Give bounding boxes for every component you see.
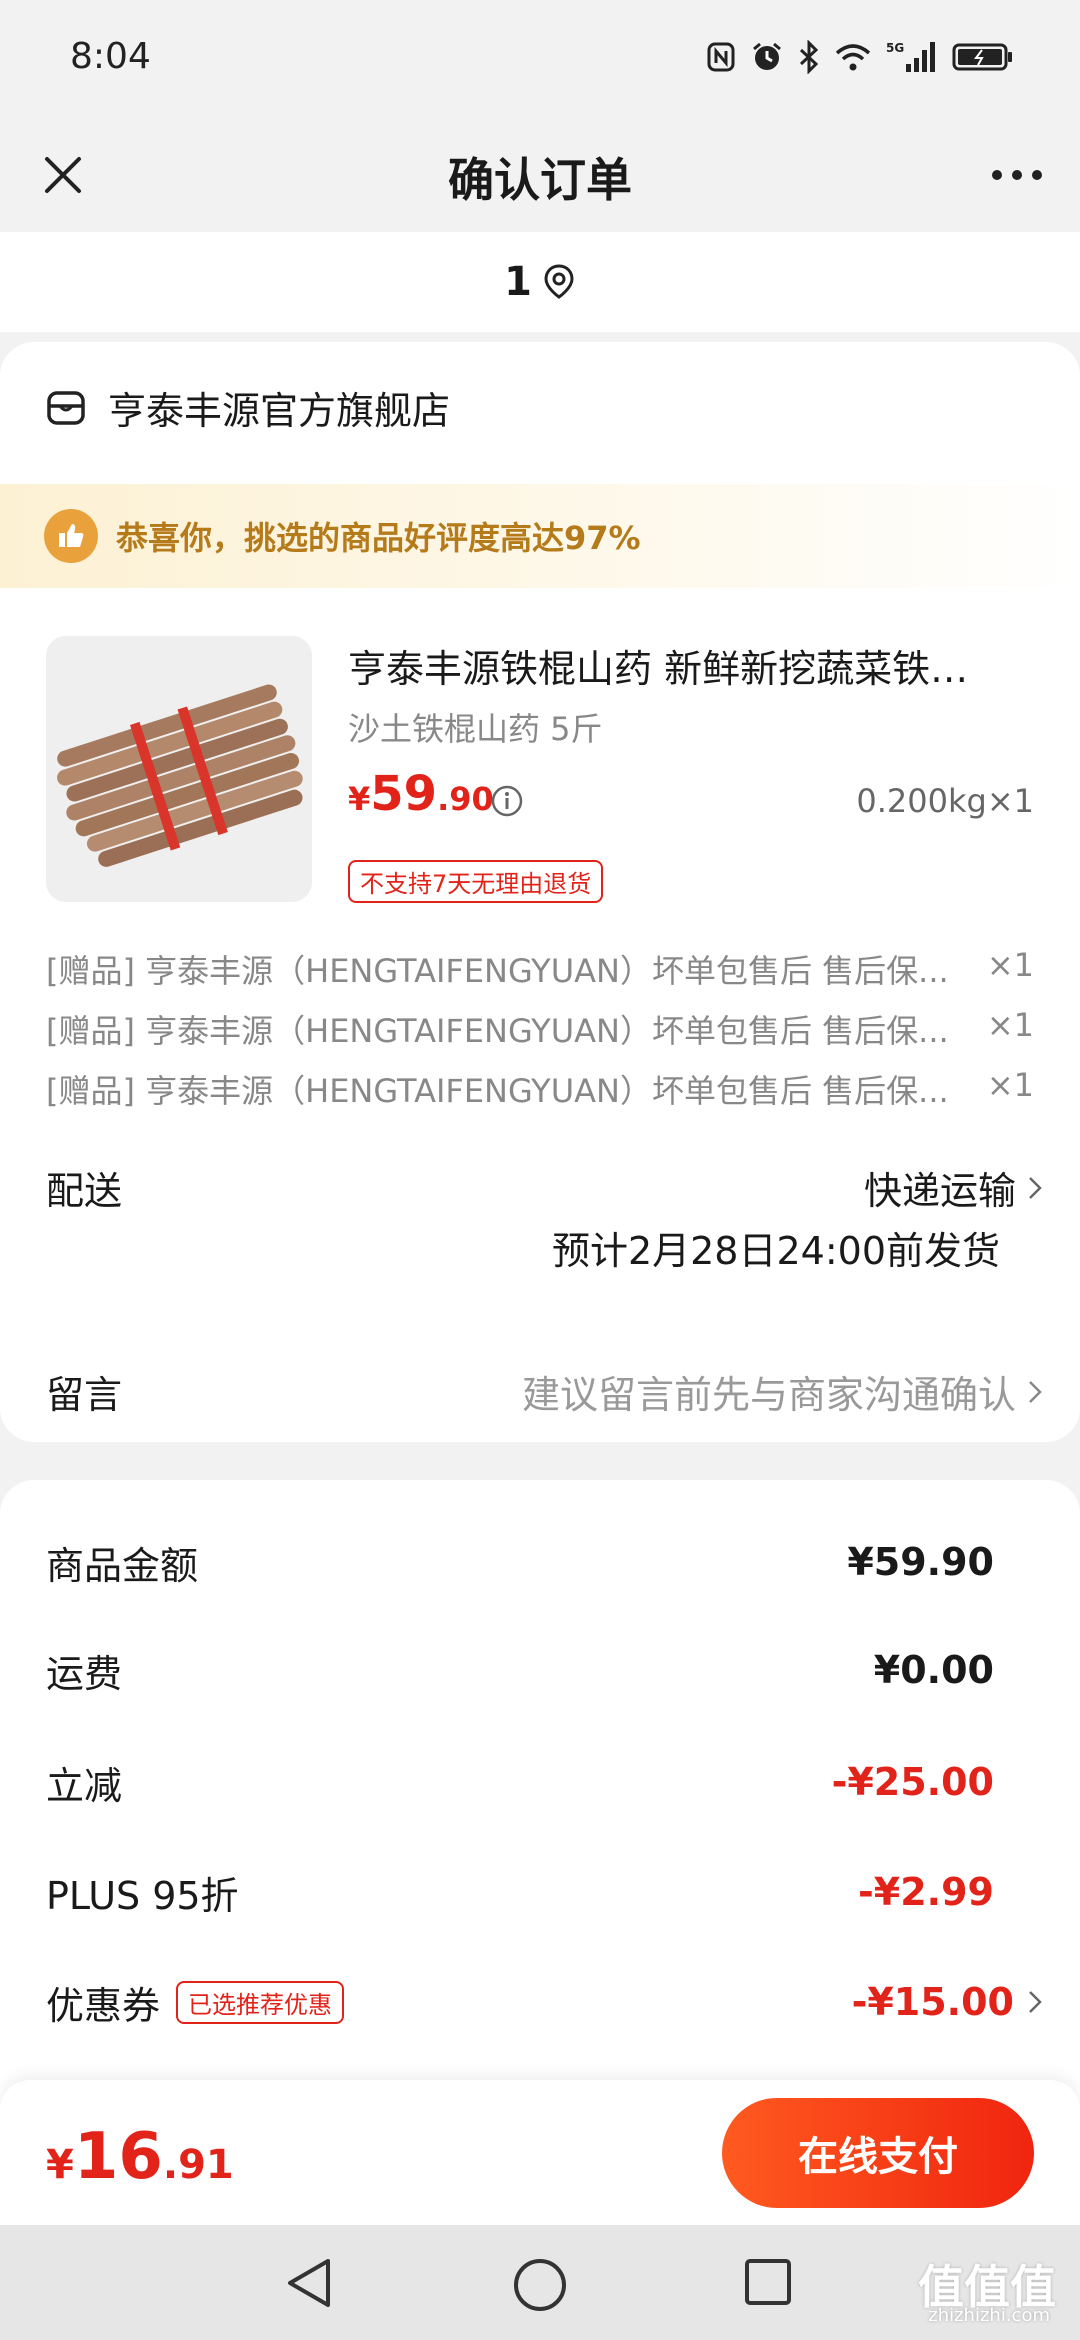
gift-qty: ×1 [986,946,1034,984]
product-image[interactable] [46,636,312,902]
chevron-right-icon [1029,1380,1042,1403]
total-integer: 16 [73,2120,163,2194]
gift-qty: ×1 [986,1066,1034,1104]
gift-text: [赠品] 亨泰丰源（HENGTAIFENGYUAN）坏单包售后 售后保... [46,1072,949,1110]
battery-icon [952,43,1012,71]
cost-value: -¥25.00 [831,1760,994,1804]
checkout-bar: ¥ 16 .91 在线支付 [0,2080,1080,2225]
svg-text:5G: 5G [886,41,904,55]
message-field[interactable]: 建议留言前先与商家沟通确认 [522,1364,1042,1419]
gift-qty: ×1 [986,1006,1034,1044]
cost-label: 商品金额 [46,1543,199,1588]
bluetooth-icon [799,40,819,74]
thumbs-up-icon [44,509,98,563]
delivery-method[interactable]: 快递运输 [864,1160,1042,1215]
nav-bar: 确认订单 [0,120,1080,230]
gift-item: [赠品] 亨泰丰源（HENGTAIFENGYUAN）坏单包售后 售后保... ×… [46,1006,1034,1052]
home-icon[interactable] [512,2257,568,2313]
page-title: 确认订单 [448,153,632,207]
alarm-icon [753,42,781,70]
price-integer: 59 [370,766,438,822]
pay-online-button[interactable]: 在线支付 [722,2098,1034,2208]
price-symbol: ¥ [348,780,371,818]
wifi-icon [835,44,871,71]
signal-icon: 5G [886,41,935,72]
nfc-icon [707,42,735,72]
gift-text: [赠品] 亨泰丰源（HENGTAIFENGYUAN）坏单包售后 售后保... [46,1012,949,1050]
more-button[interactable] [984,142,1050,208]
message-label: 留言 [46,1373,123,1417]
recent-apps-icon[interactable] [744,2257,792,2307]
coupon-value-group: -¥15.00 [852,1980,1042,2024]
product-price: ¥ 59 .90 [348,766,494,822]
total-symbol: ¥ [46,2142,74,2188]
chevron-right-icon [1029,1176,1042,1199]
order-card: 亨泰丰源官方旗舰店 恭喜你，挑选的商品好评度高达97% 亨泰丰源铁棍山药 新鲜新… [0,342,1080,1442]
delivery-method-text: 快递运输 [863,1169,1016,1213]
cost-label: 运费 [46,1651,123,1696]
shop-row[interactable]: 亨泰丰源官方旗舰店 [46,380,450,435]
back-icon[interactable] [284,2257,334,2309]
delivery-eta: 预计2月28日24:00前发货 [551,1229,1000,1273]
watermark-url: zhizhizhi.com [928,2305,1050,2326]
weight-quantity: 0.200kg×1 [856,782,1034,820]
promo-text: 恭喜你，挑选的商品好评度高达97% [116,519,641,557]
return-policy-tag: 不支持7天无理由退货 [348,860,604,903]
more-icon [992,170,1042,180]
system-nav-bar: 值值值 zhizhizhi.com [0,2225,1080,2340]
cost-value: ¥59.90 [847,1540,994,1584]
location-pin-icon [544,264,574,299]
cost-row-coupon[interactable]: 优惠券 已选推荐优惠 -¥15.00 [46,1972,1042,2032]
address-text: 1 [504,259,532,305]
store-icon [47,390,85,425]
gift-item: [赠品] 亨泰丰源（HENGTAIFENGYUAN）坏单包售后 售后保... ×… [46,1066,1034,1112]
cost-label: 优惠券 [46,1983,161,2028]
cost-value: -¥15.00 [851,1980,1014,2024]
cost-row-plus: PLUS 95折 -¥2.99 [46,1862,994,1922]
price-decimal: .90 [437,780,494,818]
coupon-label-group: 优惠券 已选推荐优惠 [46,1975,345,2030]
product-spec: 沙土铁棍山药 5斤 [348,710,603,748]
cost-label: PLUS 95折 [46,1873,239,1918]
total-price: ¥ 16 .91 [46,2120,234,2194]
status-time: 8:04 [70,36,151,77]
coupon-tag: 已选推荐优惠 [176,1980,345,2024]
status-bar: 8:04 5G [0,0,1080,120]
status-icons: 5G [706,40,1014,74]
cost-row-shipping: 运费 ¥0.00 [46,1640,994,1700]
delivery-label: 配送 [46,1169,123,1213]
cost-value: ¥0.00 [873,1648,994,1692]
total-decimal: .91 [162,2142,234,2188]
shop-name: 亨泰丰源官方旗舰店 [108,389,451,433]
cost-row-discount: 立减 -¥25.00 [46,1752,994,1812]
promo-banner: 恭喜你，挑选的商品好评度高达97% [0,484,1080,588]
info-icon[interactable] [490,784,524,818]
product-title[interactable]: 亨泰丰源铁棍山药 新鲜新挖蔬菜铁… [348,638,1008,693]
cost-row-goods: 商品金额 ¥59.90 [46,1532,994,1592]
cost-label: 立减 [46,1763,123,1808]
chevron-right-icon [1029,1991,1042,2013]
message-placeholder: 建议留言前先与商家沟通确认 [521,1373,1016,1417]
address-bar[interactable]: 1 [0,232,1080,332]
cost-value: -¥2.99 [858,1870,994,1914]
gift-item: [赠品] 亨泰丰源（HENGTAIFENGYUAN）坏单包售后 售后保... ×… [46,946,1034,992]
gift-text: [赠品] 亨泰丰源（HENGTAIFENGYUAN）坏单包售后 售后保... [46,952,949,990]
